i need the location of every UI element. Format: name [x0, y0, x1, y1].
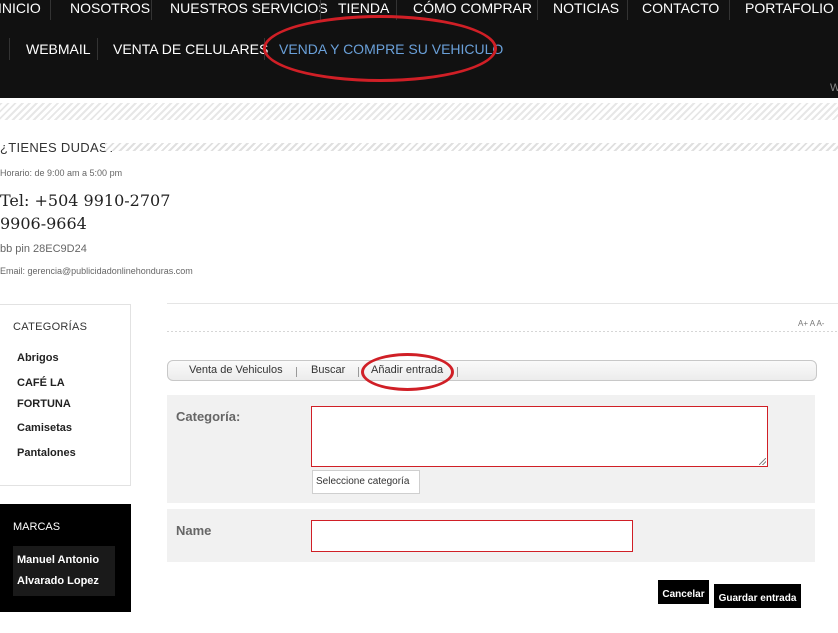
tab-divider [296, 367, 297, 377]
nav-link-como-comprar[interactable]: CÓMO COMPRAR [413, 0, 532, 20]
nav-divider [396, 0, 397, 20]
bb-pin: bb pin 28EC9D24 [0, 243, 87, 255]
contact-email: Email: gerencia@publicidadonlinehonduras… [0, 266, 193, 276]
tab-anadir-entrada[interactable]: Añadir entrada [371, 364, 443, 376]
contact-title: ¿TIENES DUDAS? [0, 140, 116, 155]
brand-link[interactable]: Manuel Antonio Alvarado Lopez [13, 546, 115, 596]
nav-link-noticias[interactable]: NOTICIAS [553, 0, 619, 20]
phone-primary: Tel: +504 9910-2707 [0, 191, 171, 210]
nav-link-inicio[interactable]: INICIO [0, 0, 41, 20]
category-link-cafe-la-fortuna[interactable]: CAFÉ LA FORTUNA [17, 373, 87, 415]
tab-bar: Venta de Vehiculos Buscar Añadir entrada [167, 360, 817, 381]
main-navigation: INICIO NOSOTROS NUESTROS SERVICIOS TIEND… [0, 0, 838, 98]
category-link-camisetas[interactable]: Camisetas [17, 418, 117, 439]
nav-divider [97, 38, 98, 60]
tab-divider [358, 367, 359, 377]
category-label: Categoría: [176, 409, 241, 424]
select-category-button[interactable]: Seleccione categoría [312, 470, 420, 494]
category-textarea[interactable] [311, 406, 768, 467]
phone-secondary: 9906-9664 [0, 214, 87, 233]
nav-divider [264, 38, 265, 60]
tab-venta-vehiculos[interactable]: Venta de Vehiculos [189, 364, 283, 376]
font-size-controls[interactable]: A+ A A- [798, 319, 824, 328]
nav-link-nosotros[interactable]: NOSOTROS [70, 0, 150, 20]
nav-divider [50, 0, 51, 20]
brands-title: MARCAS [13, 521, 61, 533]
tab-divider [457, 367, 458, 377]
nav-link-venta-celulares[interactable]: VENTA DE CELULARES [113, 40, 268, 60]
nav-link-portafolio[interactable]: PORTAFOLIO [745, 0, 834, 20]
save-entry-button[interactable]: Guardar entrada [714, 584, 801, 608]
nav-divider [627, 0, 628, 20]
nav-divider [537, 0, 538, 20]
nav-link-webmail[interactable]: WEBMAIL [26, 40, 91, 60]
nav-divider [320, 0, 321, 20]
nav-row-primary: INICIO NOSOTROS NUESTROS SERVICIOS TIEND… [0, 0, 838, 22]
nav-divider [151, 0, 152, 20]
categories-title: CATEGORÍAS [13, 321, 88, 333]
title-hatch-divider [105, 143, 838, 151]
nav-link-servicios[interactable]: NUESTROS SERVICIOS [170, 0, 328, 20]
name-label: Name [176, 523, 212, 538]
resize-grip-icon[interactable] [759, 458, 766, 465]
category-link-pantalones[interactable]: Pantalones [17, 443, 117, 464]
nav-link-contacto[interactable]: CONTACTO [642, 0, 719, 20]
content-dotted-divider [167, 331, 838, 332]
decorative-hatch-strip [0, 103, 838, 120]
tab-buscar[interactable]: Buscar [311, 364, 345, 376]
nav-link-venda-compre-vehiculo[interactable]: VENDA Y COMPRE SU VEHICULO [279, 40, 503, 60]
name-input[interactable] [311, 520, 633, 552]
business-hours: Horario: de 9:00 am a 5:00 pm [0, 168, 123, 178]
content-divider [167, 303, 838, 304]
nav-link-tienda[interactable]: TIENDA [338, 0, 389, 20]
category-link-abrigos[interactable]: Abrigos [17, 348, 117, 369]
nav-overflow-mark: W [830, 82, 838, 94]
cancel-button[interactable]: Cancelar [658, 580, 709, 604]
nav-divider [9, 38, 10, 60]
nav-divider [729, 0, 730, 20]
